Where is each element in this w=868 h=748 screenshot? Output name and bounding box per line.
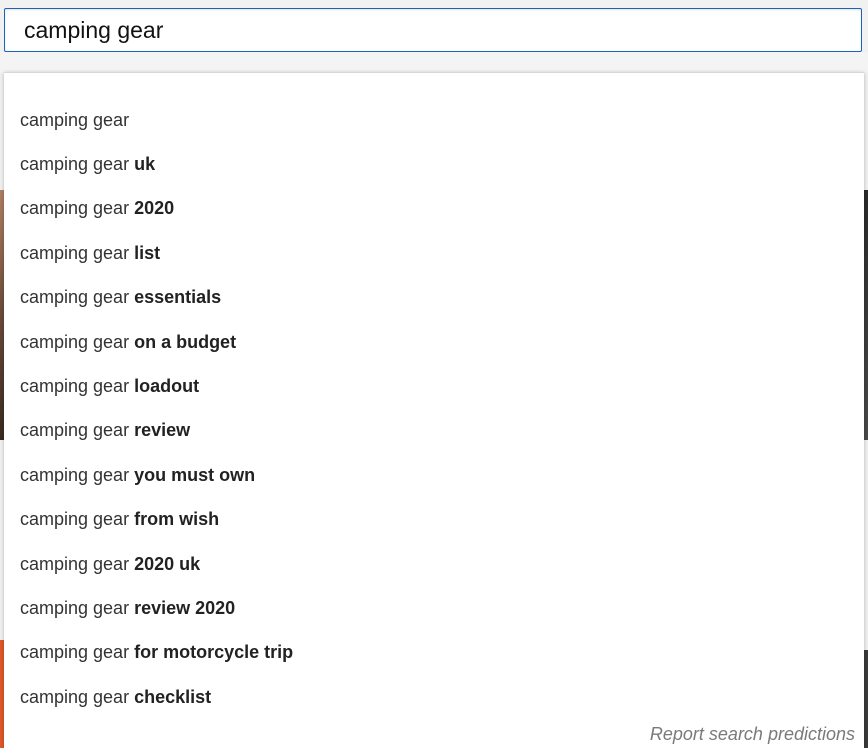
background-thumbnail	[864, 190, 868, 440]
suggestion-completion-text: on a budget	[134, 331, 237, 352]
suggestion-item[interactable]: camping gear 2020 uk	[4, 542, 864, 586]
suggestion-base-text: camping gear	[20, 464, 135, 485]
suggestion-base-text: camping gear	[20, 597, 135, 618]
page: camping gear camping gear uk camping gea…	[0, 0, 868, 748]
report-search-predictions-link[interactable]: Report search predictions	[650, 724, 855, 745]
suggestion-base-text: camping gear	[20, 109, 130, 130]
suggestion-list: camping gear camping gear uk camping gea…	[4, 98, 864, 719]
suggestion-completion-text: loadout	[134, 376, 200, 397]
suggestion-item[interactable]: camping gear review 2020	[4, 586, 864, 630]
suggestion-base-text: camping gear	[20, 287, 135, 308]
background-thumbnail	[864, 650, 868, 748]
search-input[interactable]	[24, 9, 861, 51]
suggestion-completion-text: essentials	[134, 287, 222, 308]
suggestion-item[interactable]: camping gear from wish	[4, 498, 864, 542]
suggestion-completion-text: review	[134, 420, 191, 441]
suggestion-base-text: camping gear	[20, 642, 135, 663]
suggestion-item[interactable]: camping gear uk	[4, 142, 864, 186]
suggestion-item[interactable]: camping gear review	[4, 409, 864, 453]
suggestion-base-text: camping gear	[20, 154, 135, 175]
suggestion-base-text: camping gear	[20, 331, 135, 352]
suggestion-item[interactable]: camping gear essentials	[4, 276, 864, 320]
background-content	[0, 52, 868, 72]
suggestion-completion-text: review 2020	[134, 597, 236, 618]
suggestion-item[interactable]: camping gear list	[4, 231, 864, 275]
suggestion-base-text: camping gear	[20, 198, 135, 219]
suggestion-base-text: camping gear	[20, 553, 135, 574]
suggestion-completion-text: 2020	[134, 198, 175, 219]
suggestion-base-text: camping gear	[20, 509, 135, 530]
suggestion-item[interactable]: camping gear 2020	[4, 187, 864, 231]
suggestion-completion-text: you must own	[134, 464, 256, 485]
suggestion-item[interactable]: camping gear for motorcycle trip	[4, 631, 864, 675]
suggestion-completion-text: from wish	[134, 509, 220, 530]
suggestion-base-text: camping gear	[20, 686, 135, 707]
suggestion-item[interactable]: camping gear you must own	[4, 453, 864, 497]
suggestion-completion-text: list	[134, 242, 161, 263]
suggestion-item[interactable]: camping gear on a budget	[4, 320, 864, 364]
suggestion-completion-text: checklist	[134, 686, 212, 707]
suggestion-completion-text: 2020 uk	[134, 553, 201, 574]
suggestion-item[interactable]: camping gear loadout	[4, 364, 864, 408]
suggestion-completion-text: uk	[134, 154, 156, 175]
suggestion-item[interactable]: camping gear	[4, 98, 864, 142]
suggestion-item[interactable]: camping gear checklist	[4, 675, 864, 719]
search-box[interactable]	[4, 8, 862, 52]
suggestion-base-text: camping gear	[20, 420, 135, 441]
suggestion-base-text: camping gear	[20, 242, 135, 263]
suggestion-completion-text: for motorcycle trip	[134, 642, 294, 663]
autocomplete-dropdown: camping gear camping gear uk camping gea…	[4, 72, 864, 748]
suggestion-base-text: camping gear	[20, 376, 135, 397]
